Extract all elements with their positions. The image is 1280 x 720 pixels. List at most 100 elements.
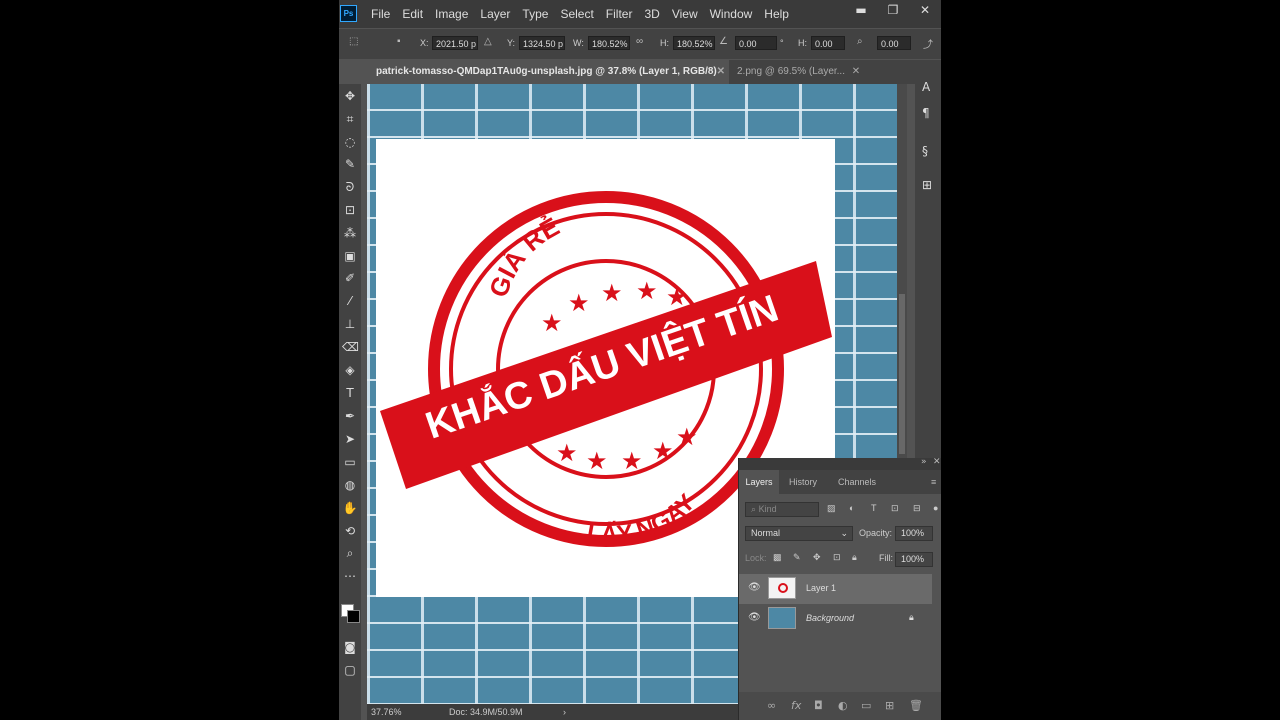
v-skew-field[interactable]: 0.00 xyxy=(877,36,911,50)
warp-icon[interactable]: ⌕ xyxy=(857,36,863,47)
marquee-tool-icon[interactable]: ◌ xyxy=(342,134,358,150)
delta-icon[interactable]: △ xyxy=(484,36,492,47)
tab-active-document[interactable]: patrick-tomasso-QMDap1TAu0g-unsplash.jpg… xyxy=(367,60,729,84)
visibility-eye-icon[interactable]: 👁︎ xyxy=(748,612,761,623)
lock-transparent-icon[interactable]: ▩ xyxy=(773,552,782,563)
path-selection-tool-icon[interactable]: ➤ xyxy=(342,431,358,447)
scrollbar-thumb[interactable] xyxy=(899,294,905,454)
maximize-button[interactable]: ❐ xyxy=(877,0,909,20)
filter-toggle-icon[interactable]: ● xyxy=(933,503,938,513)
link-layers-icon[interactable]: ∞ xyxy=(767,699,776,712)
layer-name[interactable]: Layer 1 xyxy=(806,583,836,593)
new-layer-icon[interactable]: ⊞ xyxy=(885,699,894,712)
photoshop-logo-icon: Ps xyxy=(340,5,357,22)
panel-close-icon[interactable]: ✕ xyxy=(933,457,941,467)
menu-file[interactable]: File xyxy=(365,0,396,28)
filter-adjustment-icon[interactable]: ◐ xyxy=(849,503,854,513)
layer-row-background[interactable]: 👁︎ Background 🔒︎ xyxy=(739,604,932,634)
tab-channels[interactable]: Channels xyxy=(838,470,876,494)
status-menu-arrow[interactable]: › xyxy=(563,707,566,717)
brush-tool-icon[interactable]: ⁄ xyxy=(342,293,358,309)
filter-pixel-icon[interactable]: ▨ xyxy=(827,503,836,514)
collapse-icon[interactable]: » xyxy=(921,457,927,467)
fill-field[interactable]: 100% xyxy=(895,552,933,567)
layer-lock-icon[interactable]: 🔒︎ xyxy=(909,612,914,623)
character-panel-icon[interactable]: A xyxy=(922,80,930,94)
tab-close-icon[interactable]: ✕ xyxy=(852,66,860,77)
kind-filter[interactable]: ⌕ Kind xyxy=(745,502,819,517)
color-swatches[interactable] xyxy=(341,604,360,623)
stamp-tool-icon[interactable]: ⊥ xyxy=(342,316,358,332)
close-button[interactable]: ✕ xyxy=(909,0,941,20)
new-group-icon[interactable]: ▭ xyxy=(861,699,871,712)
h-skew-field[interactable]: 0.00 xyxy=(811,36,845,50)
menu-type[interactable]: Type xyxy=(516,0,554,28)
magic-wand-tool-icon[interactable]: ⁂ xyxy=(342,225,358,241)
glyphs-panel-icon[interactable]: § xyxy=(922,144,928,158)
layer-style-icon[interactable]: fx xyxy=(791,699,801,712)
healing-tool-icon[interactable]: ✐ xyxy=(342,270,358,286)
menu-layer[interactable]: Layer xyxy=(474,0,516,28)
eraser-tool-icon[interactable]: ⌫ xyxy=(342,339,359,355)
visibility-eye-icon[interactable]: 👁︎ xyxy=(748,582,761,593)
quick-mask-icon[interactable]: ◙ xyxy=(342,639,358,655)
filter-smart-object-icon[interactable]: ⊟ xyxy=(913,503,921,514)
lock-pixels-icon[interactable]: ✎ xyxy=(793,552,801,563)
x-field[interactable]: 2021.50 p xyxy=(432,36,478,50)
menu-3d[interactable]: 3D xyxy=(638,0,665,28)
menu-window[interactable]: Window xyxy=(704,0,759,28)
eyedropper-tool-icon[interactable]: ✎ xyxy=(342,156,358,172)
menu-help[interactable]: Help xyxy=(758,0,795,28)
hand-tool-icon[interactable]: ✋ xyxy=(342,500,358,516)
type-tool-icon[interactable]: T xyxy=(342,385,358,401)
opacity-field[interactable]: 100% xyxy=(895,526,933,541)
filter-type-icon[interactable]: T xyxy=(871,503,877,513)
minimize-button[interactable]: ▬ xyxy=(845,0,877,20)
rectangle-tool-icon[interactable]: ▭ xyxy=(342,454,358,470)
blend-mode-select[interactable]: Normal ⌄ xyxy=(745,526,853,541)
zoom-level[interactable]: 37.76% xyxy=(371,707,402,717)
lock-artboard-icon[interactable]: ⊡ xyxy=(833,552,841,563)
height-field[interactable]: 180.52% xyxy=(673,36,715,50)
gradient-tool-icon[interactable]: ▣ xyxy=(342,248,358,264)
tab-history[interactable]: History xyxy=(789,470,817,494)
commit-icon[interactable]: ⤴ xyxy=(923,36,933,51)
menu-filter[interactable]: Filter xyxy=(600,0,639,28)
menu-select[interactable]: Select xyxy=(554,0,599,28)
background-color[interactable] xyxy=(347,610,360,623)
rotate-view-tool-icon[interactable]: ⟲ xyxy=(342,523,358,539)
add-mask-icon[interactable]: ◘ xyxy=(814,699,823,712)
layer-name[interactable]: Background xyxy=(806,613,854,623)
tab-close-icon[interactable]: ✕ xyxy=(717,60,725,84)
reference-point-icon[interactable]: ▪ xyxy=(397,36,401,47)
menu-edit[interactable]: Edit xyxy=(396,0,429,28)
layer-row-layer-1[interactable]: 👁︎ Layer 1 xyxy=(739,574,932,604)
sponge-tool-icon[interactable]: ◍ xyxy=(342,477,358,493)
link-icon[interactable]: ∞ xyxy=(636,36,643,47)
panel-menu-icon[interactable]: ≡ xyxy=(931,470,936,494)
filter-shape-icon[interactable]: ⊡ xyxy=(891,503,899,514)
more-tools-icon[interactable]: ⋯ xyxy=(342,568,358,584)
delete-layer-icon[interactable]: 🗑︎ xyxy=(909,699,923,712)
lasso-tool-icon[interactable]: ᘐ xyxy=(342,179,358,195)
lock-position-icon[interactable]: ✥ xyxy=(813,552,821,563)
crop-tool-icon[interactable]: ⌗ xyxy=(342,111,358,127)
zoom-tool-icon[interactable]: ⌕ xyxy=(342,545,358,561)
y-field[interactable]: 1324.50 p xyxy=(519,36,565,50)
menu-view[interactable]: View xyxy=(666,0,704,28)
properties-panel-icon[interactable]: ⊞ xyxy=(922,178,932,192)
tab-layers[interactable]: Layers xyxy=(739,470,779,494)
menu-image[interactable]: Image xyxy=(429,0,474,28)
move-tool-icon[interactable]: ✥ xyxy=(342,88,358,104)
vertical-scrollbar[interactable] xyxy=(897,84,907,458)
adjustment-layer-icon[interactable]: ◐ xyxy=(838,699,848,712)
width-field[interactable]: 180.52% xyxy=(588,36,630,50)
screen-mode-icon[interactable]: ▢ xyxy=(342,662,358,678)
pen-tool-icon[interactable]: ✒ xyxy=(342,408,358,424)
paragraph-panel-icon[interactable]: ¶ xyxy=(922,106,930,120)
frame-tool-icon[interactable]: ⊡ xyxy=(342,202,358,218)
angle-field[interactable]: 0.00 xyxy=(735,36,777,50)
paint-bucket-tool-icon[interactable]: ◈ xyxy=(342,362,358,378)
lock-all-icon[interactable]: 🔒︎ xyxy=(852,552,857,563)
tab-second-document[interactable]: 2.png @ 69.5% (Layer... ✕ xyxy=(737,60,860,84)
